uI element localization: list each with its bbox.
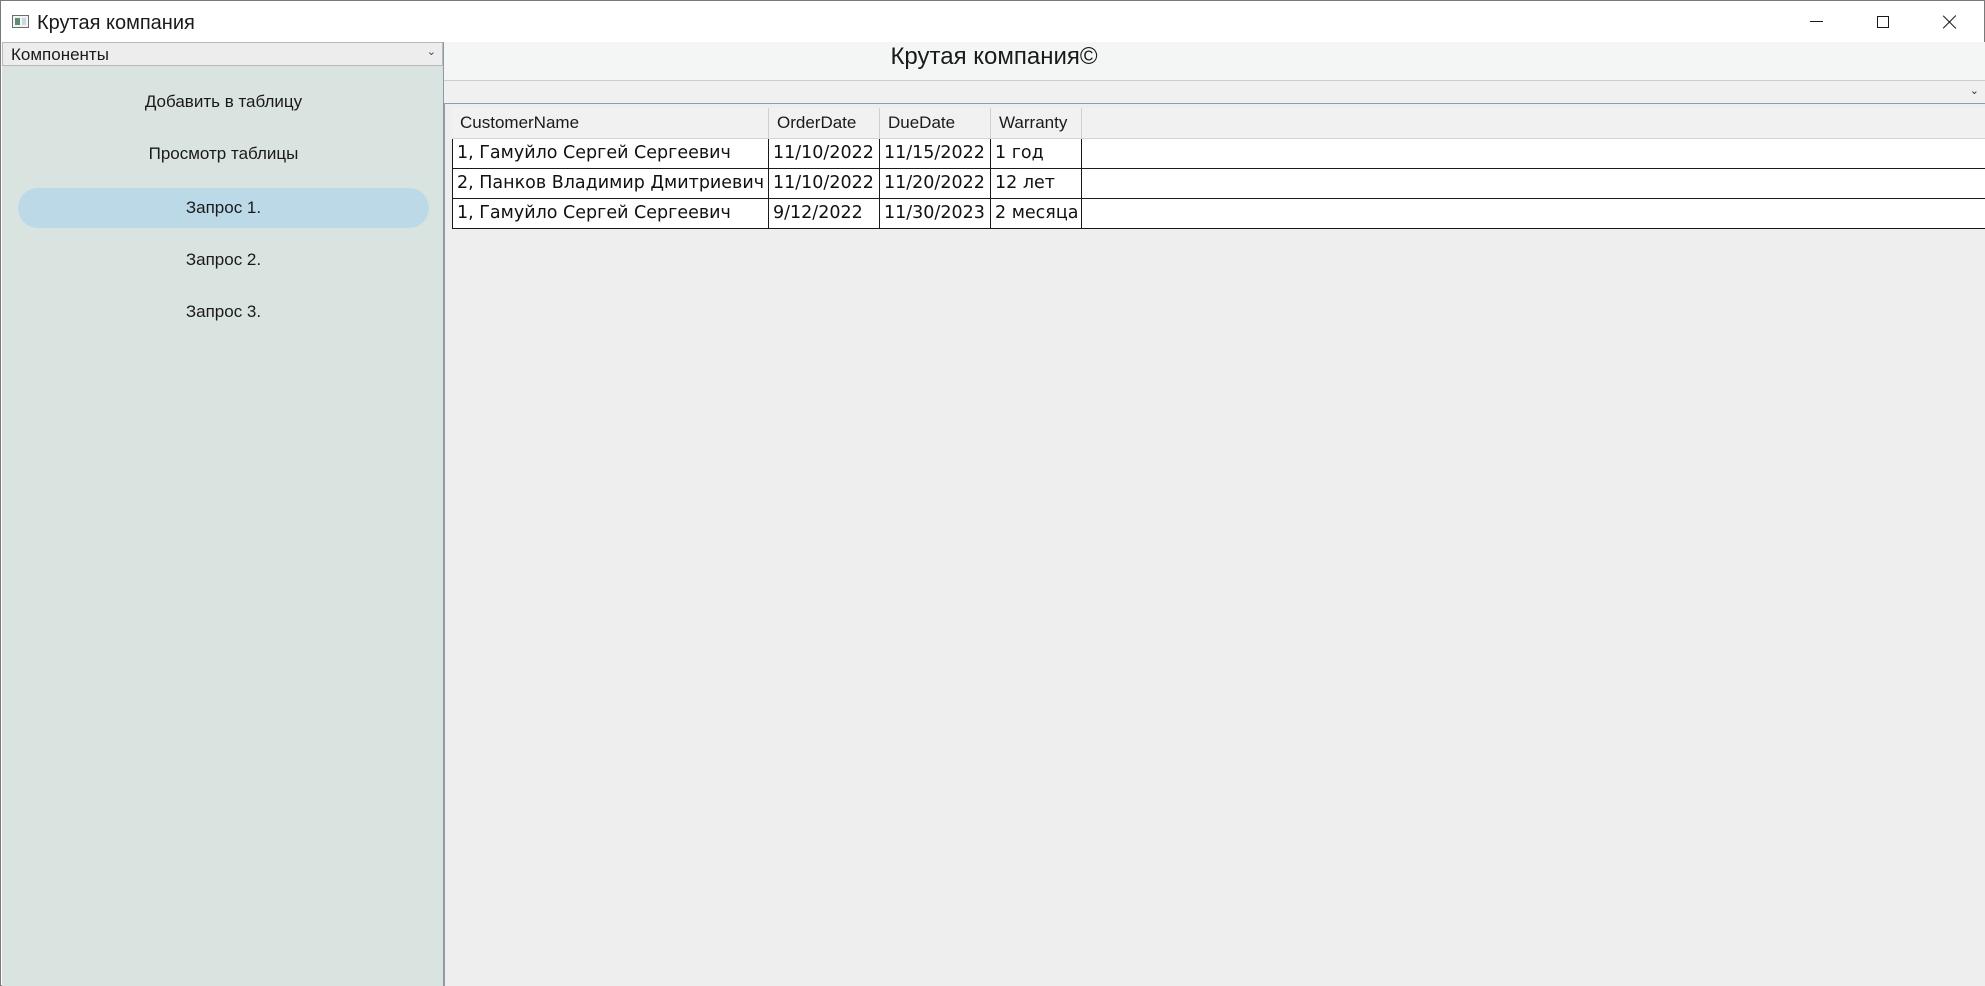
grid-header-row: CustomerName OrderDate DueDate Warranty	[452, 108, 1985, 139]
sidebar-item-query-3[interactable]: Запрос 3.	[18, 292, 429, 332]
sidebar-item-label: Запрос 3.	[185, 302, 262, 321]
sidebar-item-label: Запрос 2.	[185, 250, 262, 269]
sidebar-item-query-1[interactable]: Запрос 1.	[18, 188, 429, 228]
sidebar-item-label: Просмотр таблицы	[148, 144, 299, 163]
sidebar-item-label: Добавить в таблицу	[144, 92, 303, 111]
cell-customer-name[interactable]: 1, Гамуйло Сергей Сергеевич	[452, 139, 769, 168]
sidebar-item-view-table[interactable]: Просмотр таблицы	[18, 134, 429, 174]
minimize-icon	[1809, 21, 1823, 22]
cell-order-date[interactable]: 9/12/2022	[769, 199, 880, 228]
chevron-down-icon: ⌄	[1969, 85, 1979, 97]
sidebar: Компоненты ⌄ Добавить в таблицу Просмотр…	[2, 42, 444, 986]
cell-customer-name[interactable]: 1, Гамуйло Сергей Сергеевич	[452, 199, 769, 228]
cell-due-date[interactable]: 11/15/2022	[880, 139, 991, 168]
components-dropdown[interactable]: Компоненты ⌄	[2, 42, 443, 66]
close-button[interactable]	[1917, 1, 1983, 42]
page-header: Крутая компания©	[444, 42, 1985, 80]
sidebar-item-add-to-table[interactable]: Добавить в таблицу	[18, 82, 429, 122]
cell-order-date[interactable]: 11/10/2022	[769, 139, 880, 168]
sidebar-item-label: Запрос 1.	[185, 198, 262, 217]
page-title: Крутая компания©	[890, 43, 1098, 70]
title-bar[interactable]: Крутая компания	[1, 1, 1984, 42]
data-grid[interactable]: CustomerName OrderDate DueDate Warranty …	[452, 108, 1985, 229]
table-row[interactable]: 2, Панков Владимир Дмитриевич 11/10/2022…	[452, 169, 1985, 199]
column-header-due-date[interactable]: DueDate	[880, 108, 991, 138]
cell-due-date[interactable]: 11/20/2022	[880, 169, 991, 198]
cell-warranty[interactable]: 2 месяца	[991, 199, 1082, 228]
chevron-down-icon: ⌄	[426, 46, 436, 58]
maximize-button[interactable]	[1850, 1, 1916, 42]
maximize-icon	[1877, 15, 1889, 28]
data-grid-area: CustomerName OrderDate DueDate Warranty …	[444, 104, 1985, 986]
table-row[interactable]: 1, Гамуйло Сергей Сергеевич 11/10/2022 1…	[452, 139, 1985, 169]
column-header-customer-name[interactable]: CustomerName	[452, 108, 769, 138]
cell-due-date[interactable]: 11/30/2023	[880, 199, 991, 228]
cell-customer-name[interactable]: 2, Панков Владимир Дмитриевич	[452, 169, 769, 198]
table-row[interactable]: 1, Гамуйло Сергей Сергеевич 9/12/2022 11…	[452, 199, 1985, 229]
sidebar-item-query-2[interactable]: Запрос 2.	[18, 240, 429, 280]
cell-warranty[interactable]: 1 год	[991, 139, 1082, 168]
app-window: Крутая компания Компоненты ⌄ Добавить в …	[0, 0, 1985, 986]
cell-warranty[interactable]: 12 лет	[991, 169, 1082, 198]
components-dropdown-value: Компоненты	[11, 45, 109, 64]
window-title: Крутая компания	[37, 12, 195, 34]
cell-order-date[interactable]: 11/10/2022	[769, 169, 880, 198]
app-window-icon	[12, 15, 29, 28]
column-header-order-date[interactable]: OrderDate	[769, 108, 880, 138]
minimize-button[interactable]	[1783, 1, 1849, 42]
table-selector-dropdown[interactable]: ⌄	[444, 80, 1985, 104]
close-icon	[1943, 15, 1957, 29]
column-header-warranty[interactable]: Warranty	[991, 108, 1082, 138]
